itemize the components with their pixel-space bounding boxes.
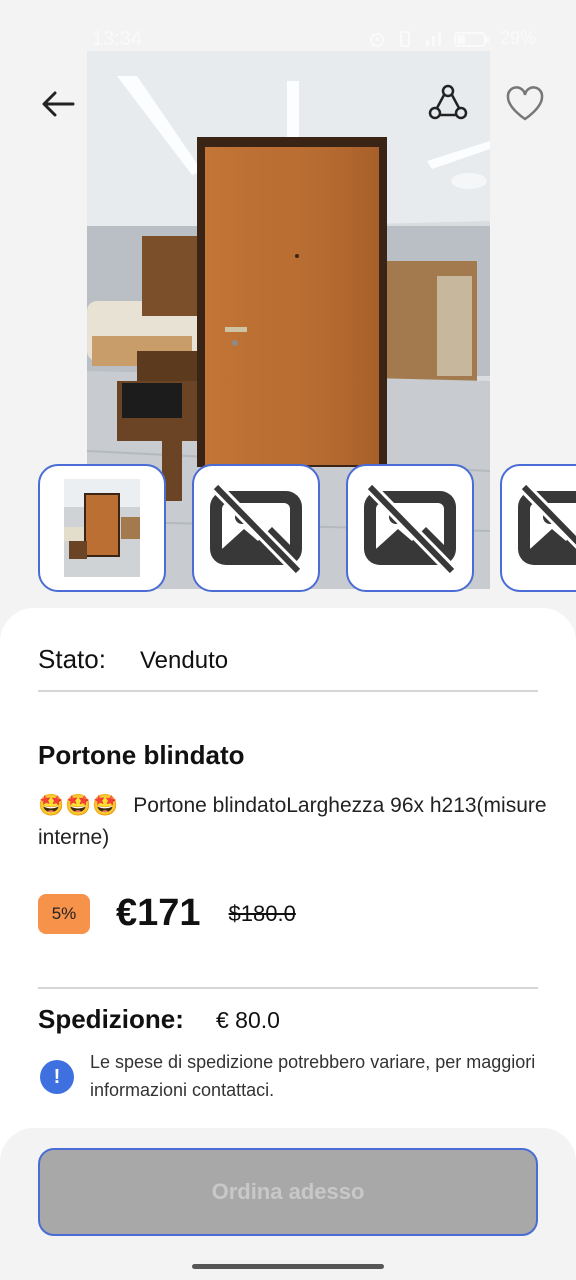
image-unavailable-icon (210, 483, 303, 573)
shipping-value: € 80.0 (216, 1007, 280, 1033)
price-row: 5% €171 $180.0 (38, 892, 296, 935)
favorite-button[interactable] (503, 82, 547, 126)
product-description: 🤩🤩🤩 Portone blindatoLarghezza 96x h213(m… (38, 790, 558, 854)
bottom-action-bar: Ordina adesso (0, 1128, 576, 1280)
original-price: $180.0 (228, 900, 296, 926)
status-label: Stato: (38, 644, 106, 674)
shipping-note: ! Le spese di spedizione potrebbero vari… (40, 1048, 576, 1104)
thumbnail-unavailable[interactable] (192, 464, 320, 592)
share-icon (428, 84, 468, 120)
home-indicator[interactable] (192, 1264, 384, 1269)
thumbnail-strip[interactable] (38, 464, 576, 592)
thumbnail-photo[interactable] (38, 464, 166, 592)
order-now-button[interactable]: Ordina adesso (38, 1148, 538, 1236)
back-button[interactable] (36, 84, 80, 124)
battery-percent: 29% (499, 28, 536, 48)
emoji-rating: 🤩🤩🤩 (38, 794, 120, 817)
shipping-label: Spedizione: (38, 1004, 184, 1034)
discount-badge: 5% (38, 893, 90, 934)
status-row: Stato: Venduto (38, 644, 228, 675)
battery-icon (453, 31, 489, 47)
heart-icon (506, 86, 544, 121)
image-unavailable-icon (364, 483, 457, 573)
shipping-row: Spedizione: € 80.0 (38, 1004, 280, 1035)
product-title: Portone blindato (38, 740, 245, 770)
info-icon: ! (40, 1060, 74, 1094)
door-thumbnail-image (64, 479, 140, 577)
shipping-note-text: Le spese di spedizione potrebbero variar… (90, 1052, 536, 1100)
status-icons: 29% (368, 28, 536, 49)
share-button[interactable] (426, 82, 470, 126)
image-unavailable-icon (518, 483, 576, 565)
current-price: €171 (116, 892, 201, 934)
divider (38, 987, 538, 989)
status-value: Venduto (140, 647, 229, 674)
alarm-icon (369, 32, 384, 47)
thumbnail-unavailable[interactable] (346, 464, 474, 592)
thumbnail-unavailable[interactable] (500, 464, 576, 592)
divider (38, 690, 538, 692)
vibrate-icon (399, 30, 410, 47)
status-time: 13:34 (92, 28, 143, 50)
arrow-left-icon (42, 91, 75, 117)
signal-icon (425, 31, 441, 46)
